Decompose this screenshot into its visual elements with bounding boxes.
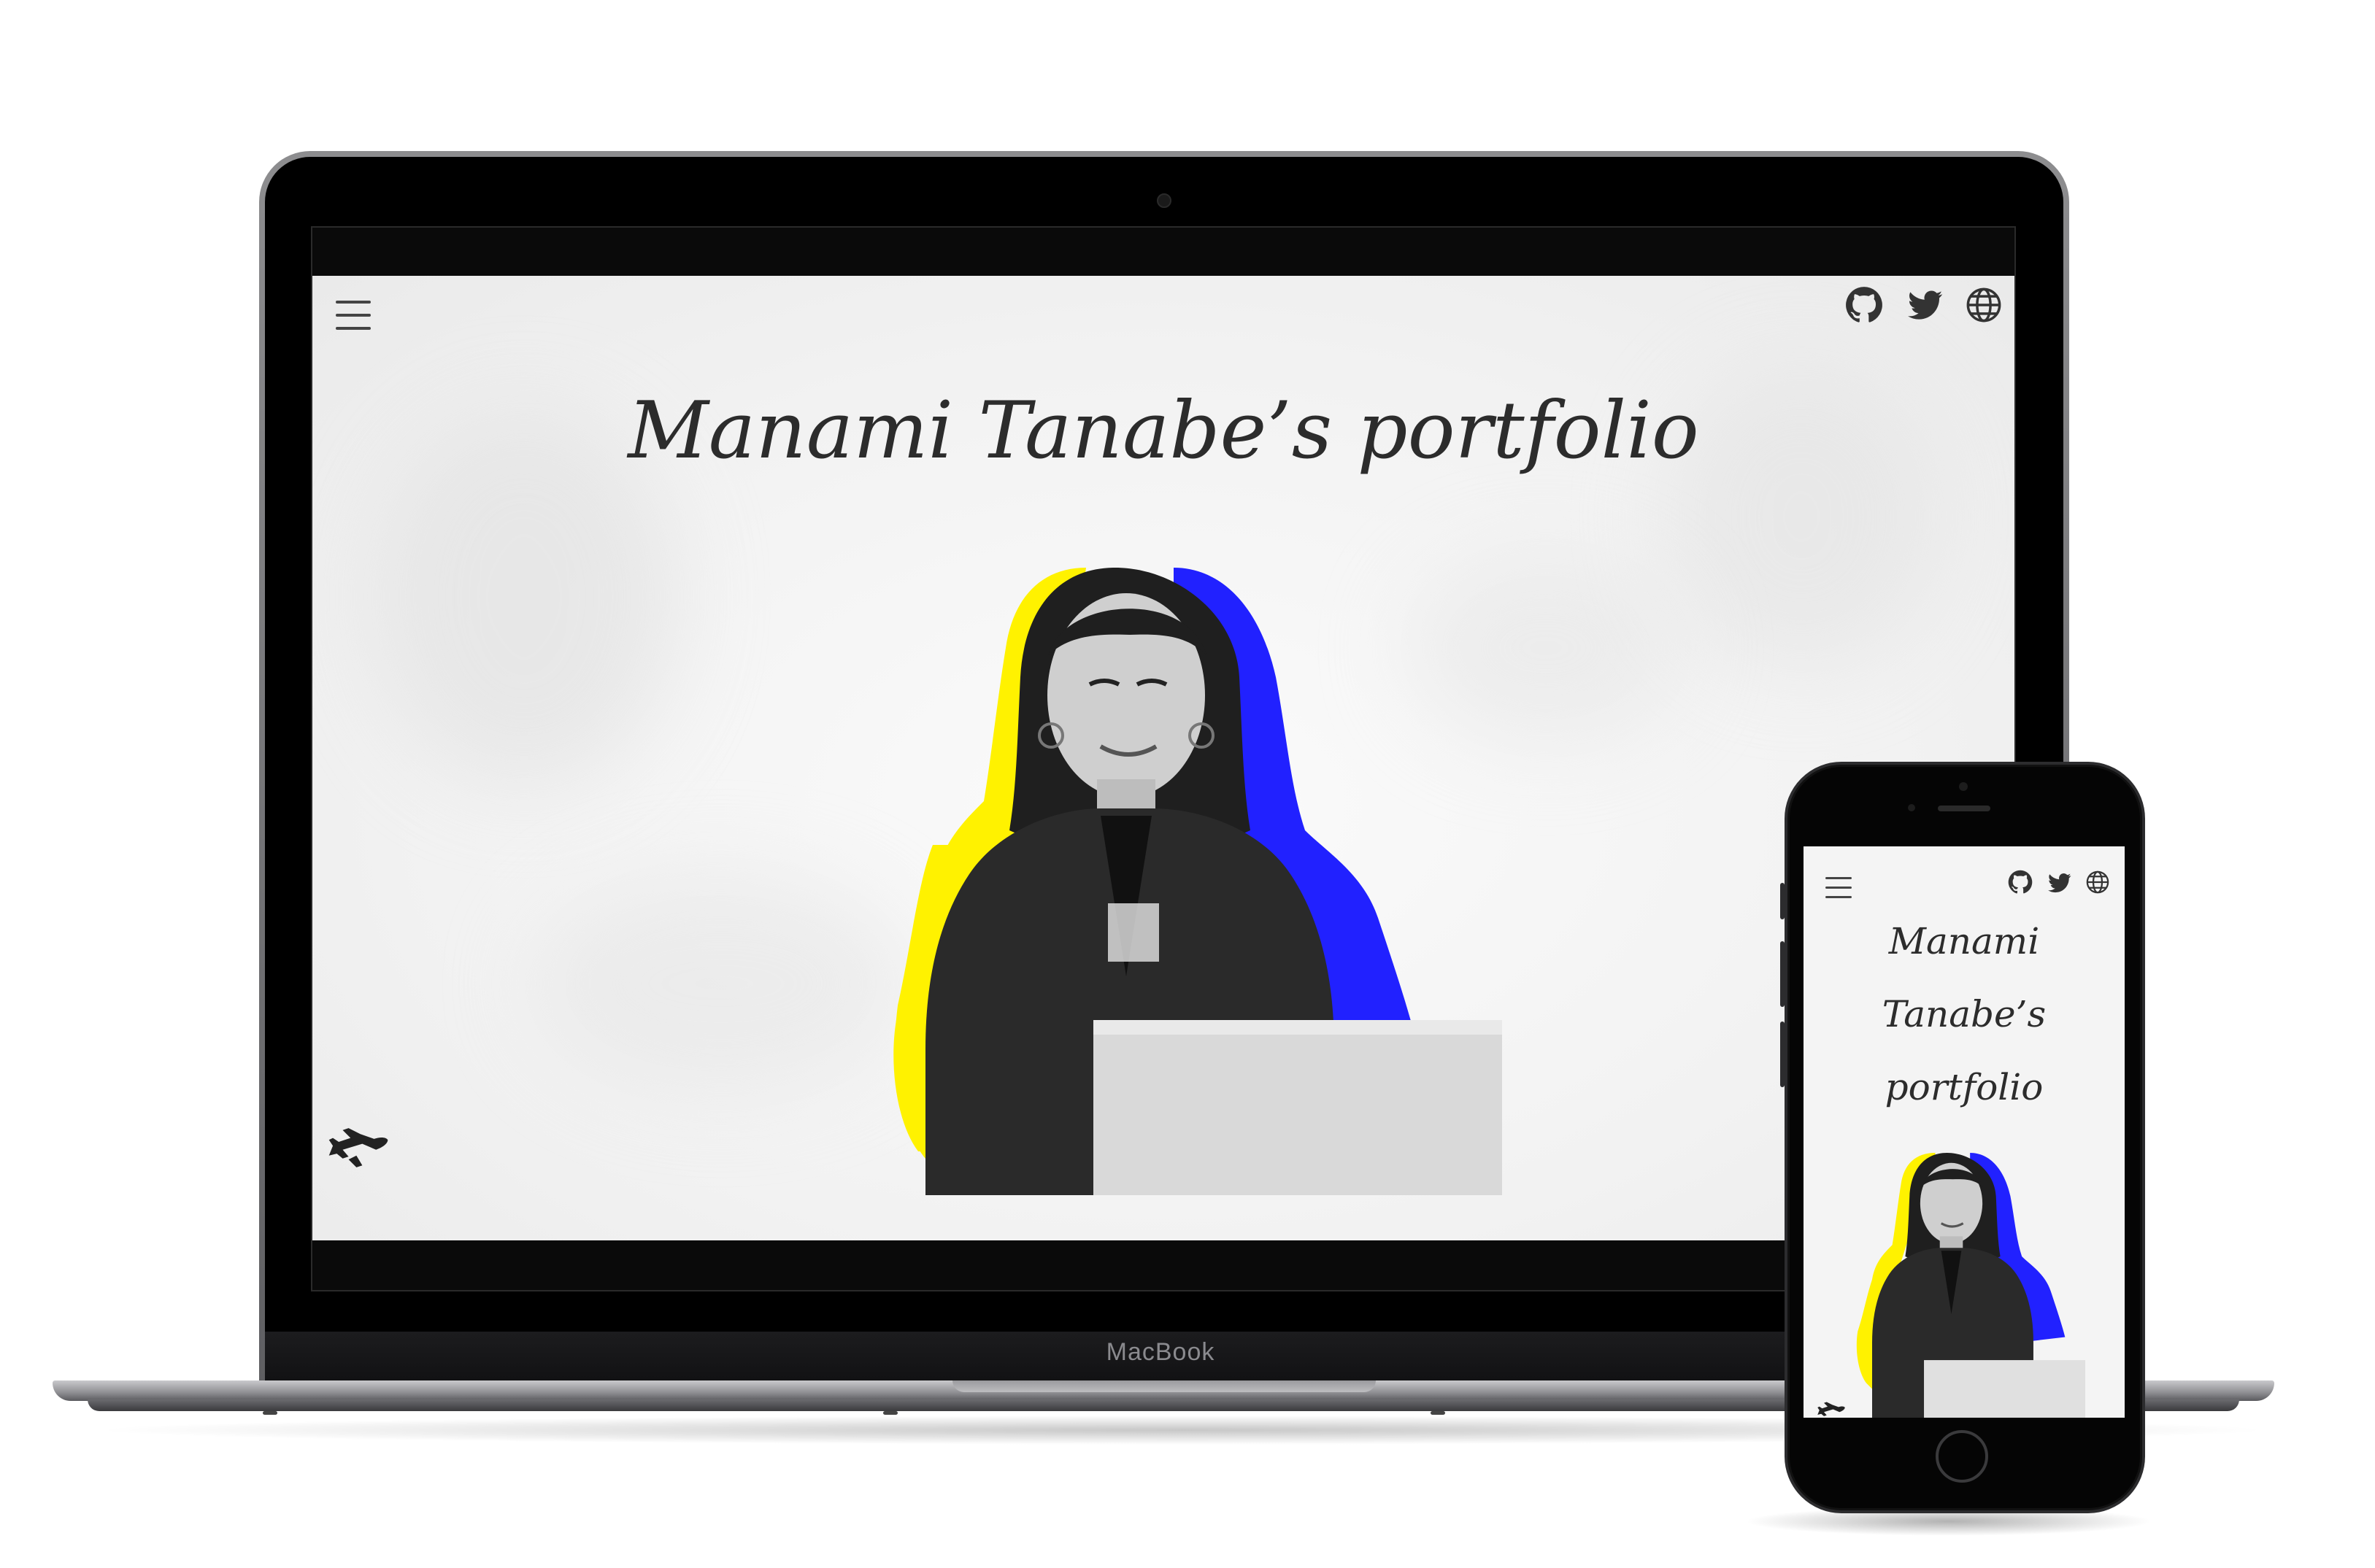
twitter-icon[interactable] bbox=[1906, 287, 1944, 326]
phone-sensor bbox=[1908, 804, 1915, 811]
portfolio-page: Manami Tanabe’s portfolio bbox=[312, 276, 2014, 1240]
page-title-line-1: Manami bbox=[1888, 920, 2040, 962]
phone-front-camera bbox=[1959, 782, 1968, 791]
mockup-stage: Manami Tanabe’s portfolio MacBook Manami… bbox=[0, 0, 2375, 1568]
hamburger-menu-icon[interactable] bbox=[1825, 877, 1852, 899]
page-title-line-2: Tanabe’s bbox=[1882, 993, 2047, 1035]
github-icon[interactable] bbox=[2008, 870, 2033, 898]
globe-icon[interactable] bbox=[2085, 870, 2110, 898]
portrait-photo bbox=[1856, 1153, 2085, 1418]
page-title: Manami Tanabe’s portfolio bbox=[628, 385, 1699, 476]
airplane-icon[interactable] bbox=[327, 1126, 390, 1173]
globe-icon[interactable] bbox=[1965, 286, 2003, 328]
phone-speaker bbox=[1938, 806, 1990, 811]
phone-home-button[interactable] bbox=[1936, 1430, 1988, 1483]
twitter-icon[interactable] bbox=[2047, 871, 2072, 898]
page-title-line-3: portfolio bbox=[1885, 1066, 2044, 1108]
phone-screen: Manami Tanabe’s portfolio bbox=[1804, 846, 2125, 1418]
laptop-camera bbox=[1157, 193, 1171, 208]
laptop-foot bbox=[883, 1411, 898, 1415]
laptop-foot bbox=[263, 1411, 277, 1415]
hamburger-menu-icon[interactable] bbox=[336, 301, 371, 330]
laptop-screen: Manami Tanabe’s portfolio bbox=[311, 226, 2016, 1291]
laptop-foot bbox=[1431, 1411, 1445, 1415]
portrait-photo bbox=[893, 568, 1502, 1195]
laptop-opening-notch bbox=[952, 1380, 1376, 1392]
airplane-icon[interactable] bbox=[1817, 1401, 1846, 1418]
background-blur bbox=[531, 874, 911, 1093]
github-icon[interactable] bbox=[1845, 286, 1883, 328]
